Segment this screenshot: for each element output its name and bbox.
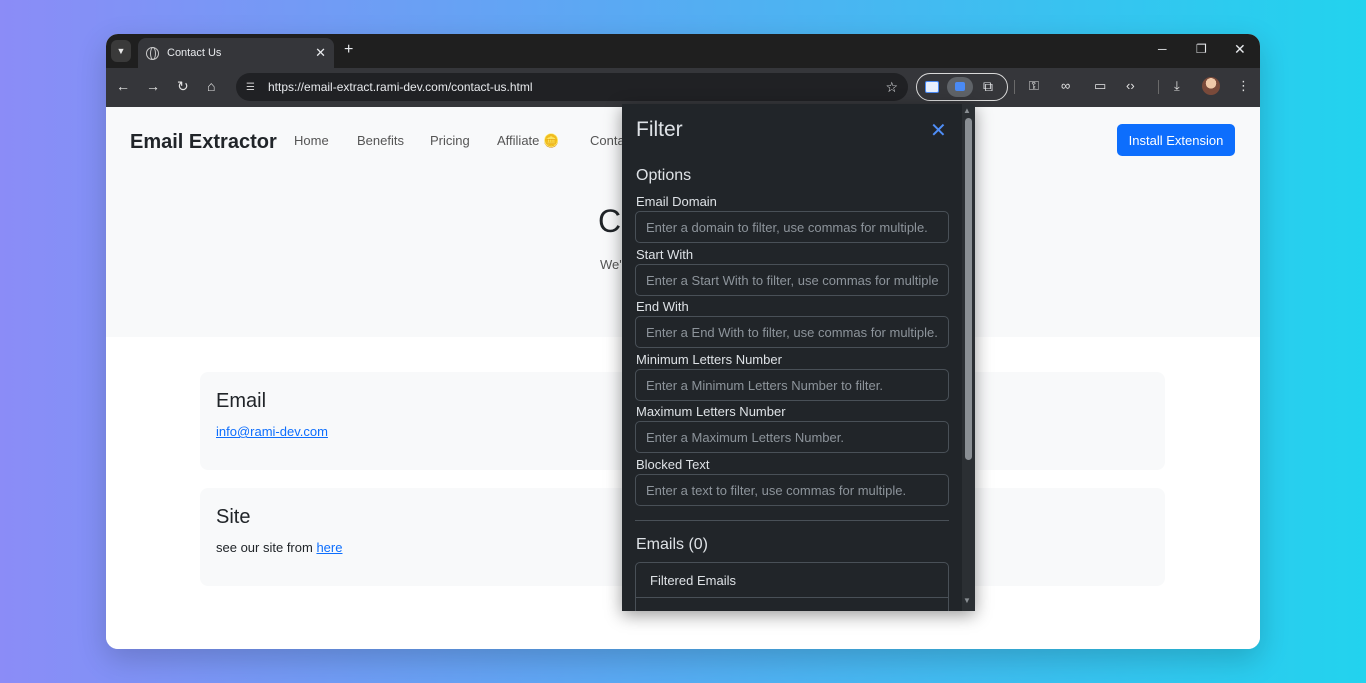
globe-icon	[146, 46, 159, 60]
extension-icon[interactable]	[925, 81, 939, 93]
tune-icon[interactable]: ☰	[246, 82, 260, 93]
site-brand[interactable]: Email Extractor	[130, 131, 277, 154]
filter-popup: Filter ✕ Options Email Domain Start With…	[622, 104, 975, 611]
close-icon[interactable]: ✕	[315, 45, 326, 61]
divider	[635, 520, 949, 521]
browser-toolbar: ← → ↻ ⌂ ☰ https://email-extract.rami-dev…	[106, 68, 1260, 107]
blocked-text-label: Blocked Text	[636, 457, 710, 472]
emails-heading: Emails (0)	[636, 536, 709, 553]
page-subtitle: We'	[600, 257, 622, 272]
min-letters-label: Minimum Letters Number	[636, 352, 782, 367]
code-icon[interactable]: ‹›	[1126, 79, 1135, 93]
address-bar[interactable]: ☰ https://email-extract.rami-dev.com/con…	[236, 73, 908, 101]
home-icon[interactable]: ⌂	[207, 79, 215, 93]
start-with-label: Start With	[636, 247, 694, 262]
tab-contact-us[interactable]: Contact Us ✕	[138, 38, 334, 68]
tab-search-icon[interactable]: ▼	[111, 40, 131, 62]
email-domain-label: Email Domain	[636, 194, 717, 209]
restore-icon[interactable]: ❐	[1196, 42, 1207, 56]
site-card-text: see our site from here	[216, 540, 342, 555]
link-icon[interactable]: ∞	[1061, 79, 1070, 93]
end-with-label: End With	[636, 299, 689, 314]
nav-benefits[interactable]: Benefits	[357, 133, 404, 148]
email-card-title: Email	[216, 390, 267, 412]
scroll-down-icon[interactable]: ▼	[963, 596, 971, 605]
back-icon[interactable]: ←	[116, 79, 130, 93]
email-domain-input[interactable]	[635, 211, 949, 243]
toolbar-divider	[1158, 80, 1159, 94]
key-icon[interactable]: ⚿	[1029, 79, 1039, 93]
toolbar-divider	[1014, 80, 1015, 94]
tab-strip: ▼ Contact Us ✕ + ─ ❐ ✕	[106, 34, 1260, 68]
close-icon[interactable]: ✕	[930, 118, 947, 143]
max-letters-label: Maximum Letters Number	[636, 404, 786, 419]
reload-icon[interactable]: ↻	[177, 79, 189, 93]
nav-pricing[interactable]: Pricing	[430, 133, 470, 148]
star-icon[interactable]: ☆	[885, 79, 898, 96]
close-window-icon[interactable]: ✕	[1234, 41, 1246, 58]
scroll-up-icon[interactable]: ▲	[963, 106, 971, 115]
plus-icon[interactable]: +	[344, 41, 353, 59]
scrollbar-thumb[interactable]	[965, 118, 972, 460]
site-text: see our site from	[216, 540, 317, 555]
email-link[interactable]: info@rami-dev.com	[216, 424, 328, 439]
popup-title: Filter	[636, 118, 683, 141]
min-letters-input[interactable]	[635, 369, 949, 401]
download-icon[interactable]: ⤓	[1174, 79, 1180, 93]
extensions-group: ⧉	[916, 73, 1008, 101]
minimize-icon[interactable]: ─	[1158, 42, 1167, 56]
site-card-title: Site	[216, 506, 251, 528]
nav-home[interactable]: Home	[294, 133, 329, 148]
tab-title: Contact Us	[167, 47, 222, 59]
avatar[interactable]	[1202, 77, 1220, 95]
nav-affiliate[interactable]: Affiliate 🪙	[497, 133, 559, 149]
page-title: C	[598, 203, 622, 239]
menu-icon[interactable]: ⋮	[1237, 79, 1250, 93]
email-extractor-extension-icon[interactable]	[947, 77, 973, 97]
start-with-input[interactable]	[635, 264, 949, 296]
end-with-input[interactable]	[635, 316, 949, 348]
forward-icon[interactable]: →	[146, 79, 160, 93]
devices-icon[interactable]: ▭	[1094, 79, 1106, 93]
nav-contact[interactable]: Conta	[590, 133, 625, 148]
list-item[interactable]: Filtered Emails	[636, 563, 948, 598]
emails-list: Filtered Emails	[635, 562, 949, 611]
install-extension-button[interactable]: Install Extension	[1117, 124, 1235, 156]
puzzle-icon[interactable]: ⧉	[983, 78, 993, 95]
url-text[interactable]: https://email-extract.rami-dev.com/conta…	[268, 80, 885, 94]
max-letters-input[interactable]	[635, 421, 949, 453]
blocked-text-input[interactable]	[635, 474, 949, 506]
site-here-link[interactable]: here	[316, 540, 342, 555]
options-heading: Options	[636, 167, 692, 184]
